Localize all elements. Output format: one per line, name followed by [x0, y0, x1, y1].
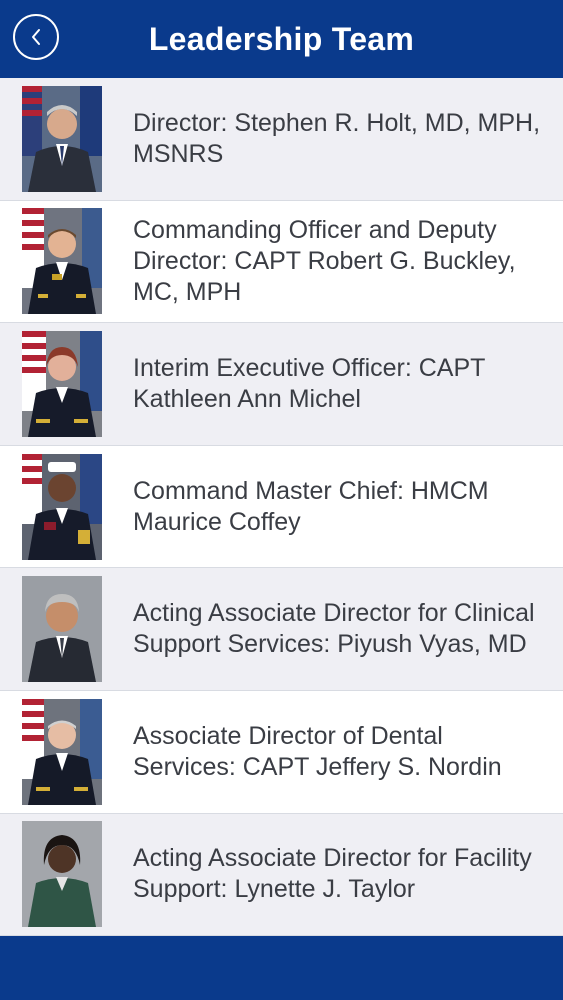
leader-title: Interim Executive Officer: CAPT Kathleen… — [133, 353, 485, 413]
leader-title: Director: Stephen R. Holt, MD, MPH, MSNR… — [133, 108, 541, 168]
leader-photo — [22, 208, 102, 315]
list-item[interactable]: Director: Stephen R. Holt, MD, MPH, MSNR… — [0, 78, 563, 201]
leader-title: Command Master Chief: HMCM Maurice Coffe… — [133, 476, 489, 536]
list-item[interactable]: Command Master Chief: HMCM Maurice Coffe… — [0, 445, 563, 569]
list-item[interactable]: Commanding Officer and Deputy Director: … — [0, 200, 563, 324]
list-item[interactable]: Associate Director of Dental Services: C… — [0, 690, 563, 814]
leader-photo — [22, 698, 102, 805]
leader-title: Commanding Officer and Deputy Director: … — [133, 215, 516, 306]
list-item[interactable]: Interim Executive Officer: CAPT Kathleen… — [0, 323, 563, 446]
leadership-list: Director: Stephen R. Holt, MD, MPH, MSNR… — [0, 78, 563, 937]
list-item[interactable]: Acting Associate Director for Facility S… — [0, 813, 563, 937]
leader-photo — [22, 453, 102, 560]
leader-title: Acting Associate Director for Clinical S… — [133, 599, 535, 659]
footer-bar — [0, 936, 563, 1000]
leader-title: Acting Associate Director for Facility S… — [133, 844, 532, 904]
back-button[interactable] — [13, 14, 59, 60]
list-item[interactable]: Acting Associate Director for Clinical S… — [0, 568, 563, 691]
chevron-left-icon — [32, 29, 40, 45]
leader-photo — [22, 576, 102, 683]
page-title: Leadership Team — [148, 20, 415, 57]
leader-photo — [22, 85, 102, 192]
leader-title: Associate Director of Dental Services: C… — [133, 721, 502, 781]
leader-photo — [22, 821, 102, 928]
leader-photo — [22, 330, 102, 437]
header-bar: Leadership Team — [0, 0, 563, 78]
